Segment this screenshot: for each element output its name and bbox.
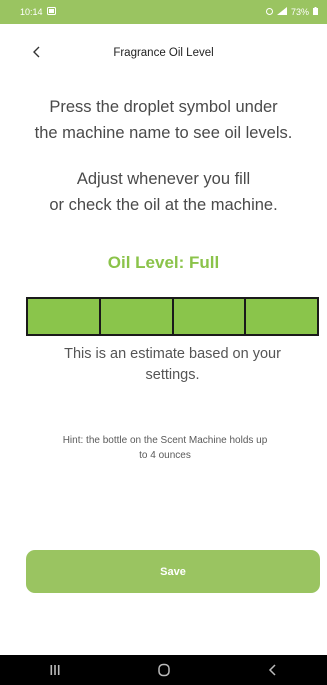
instructions-droplet: Press the droplet symbol under the machi… [0,94,327,146]
hint-line: to 4 ounces [139,450,191,461]
battery-percent: 73% [290,7,309,17]
status-bar: 10:14 73% [0,0,327,24]
gauge-segment [173,299,247,334]
nav-back-button[interactable] [243,655,303,685]
page-title: Fragrance Oil Level [113,47,214,59]
chevron-left-icon [33,46,40,58]
battery-icon [313,7,318,17]
back-button[interactable] [26,41,48,63]
recent-apps-button[interactable] [25,655,85,685]
navigation-bar [0,655,327,685]
alarm-icon [265,7,273,17]
status-right: 73% [265,7,318,17]
estimate-line: settings. [145,367,200,383]
estimate-line: This is an estimate based on your [64,346,281,362]
hint-text: Hint: the bottle on the Scent Machine ho… [20,433,310,463]
oil-level-gauge [26,297,319,336]
home-icon [157,663,170,677]
save-button[interactable]: Save [26,550,320,593]
instruction-line: Adjust whenever you fill [76,170,251,188]
header: Fragrance Oil Level [0,38,327,68]
gauge-segment [246,299,317,334]
instructions-adjust: Adjust whenever you fill or check the oi… [0,166,327,218]
status-left: 10:14 [20,7,56,17]
hint-line: Hint: the bottle on the Scent Machine ho… [62,435,268,446]
gauge-segment [28,299,101,334]
recent-apps-icon [50,665,59,675]
gauge-segment [100,299,174,334]
instruction-line: Press the droplet symbol under [49,98,278,116]
instruction-line: or check the oil at the machine. [49,196,278,214]
back-icon [268,664,276,676]
instruction-line: the machine name to see oil levels. [34,124,293,142]
signal-icon [276,7,287,17]
estimate-note: This is an estimate based on your settin… [30,344,315,386]
home-button[interactable] [134,655,194,685]
notification-icon [46,7,56,17]
status-time: 10:14 [20,7,43,17]
oil-level-label: Oil Level: Full [107,253,220,272]
